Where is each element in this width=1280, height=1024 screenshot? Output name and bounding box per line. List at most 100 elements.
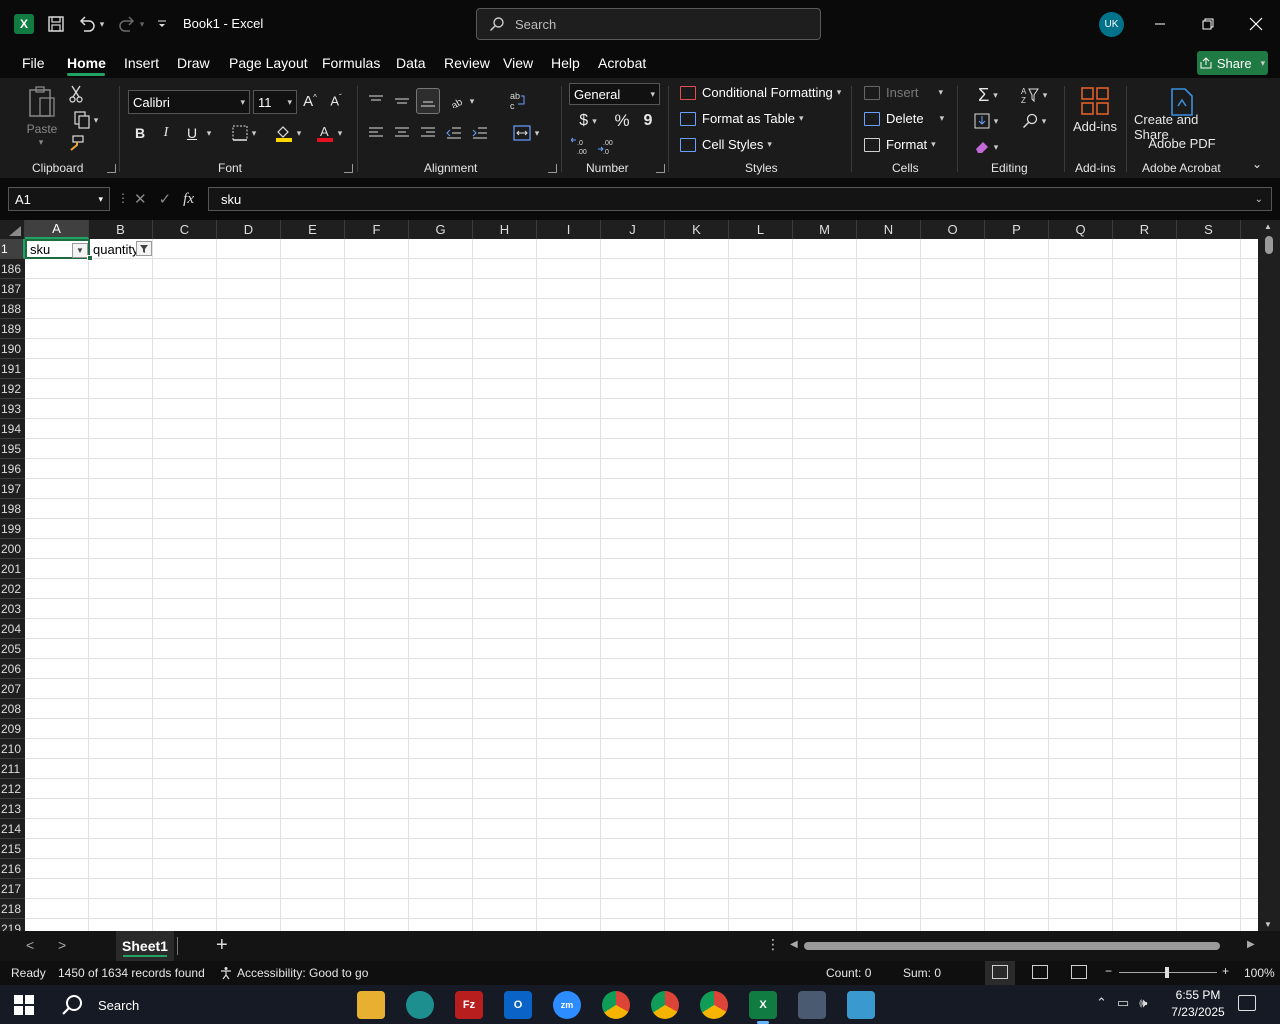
cancel-icon[interactable]: ✕ <box>134 190 147 208</box>
vertical-scroll-thumb[interactable] <box>1265 236 1273 254</box>
row-header-196[interactable]: 196 <box>0 459 25 479</box>
cell-b1[interactable]: quantity <box>90 239 154 259</box>
row-header-216[interactable]: 216 <box>0 859 25 879</box>
row-header-205[interactable]: 205 <box>0 639 25 659</box>
row-header-207[interactable]: 207 <box>0 679 25 699</box>
zoom-out-icon[interactable]: − <box>1105 964 1112 978</box>
column-header-g[interactable]: G <box>409 220 473 239</box>
scroll-up-icon[interactable]: ▲ <box>1264 222 1272 231</box>
row-header-210[interactable]: 210 <box>0 739 25 759</box>
align-right-button[interactable] <box>418 122 438 144</box>
app-note-icon[interactable] <box>847 991 875 1019</box>
chevron-up-icon[interactable]: ⌃ <box>1096 995 1107 1011</box>
app-diamond-icon[interactable] <box>406 991 434 1019</box>
fill-handle[interactable] <box>87 255 93 261</box>
decrease-decimal-button[interactable]: .00.0 <box>596 136 618 156</box>
column-header-a[interactable]: A <box>25 220 89 239</box>
file-explorer-icon[interactable] <box>357 991 385 1019</box>
sheet-tab-sheet1[interactable]: Sheet1 <box>116 931 174 961</box>
row-header-218[interactable]: 218 <box>0 899 25 919</box>
row-header-1[interactable]: 1 <box>0 239 25 259</box>
align-bottom-button[interactable] <box>416 88 440 114</box>
tab-home[interactable]: Home <box>67 55 106 71</box>
row-header-191[interactable]: 191 <box>0 359 25 379</box>
column-header-o[interactable]: O <box>921 220 985 239</box>
conditional-formatting-button[interactable]: Conditional Formatting ▾ <box>680 85 841 100</box>
undo-button[interactable]: ▾ <box>76 14 106 34</box>
underline-button[interactable]: U <box>182 122 202 144</box>
font-family-select[interactable]: Calibri ▾ <box>128 90 250 114</box>
clipboard-launcher[interactable] <box>107 164 116 173</box>
share-button[interactable]: Share ▾ <box>1197 51 1268 75</box>
cell-styles-button[interactable]: Cell Styles ▾ <box>680 137 772 152</box>
borders-button[interactable]: ▾ <box>225 122 263 144</box>
column-header-h[interactable]: H <box>473 220 537 239</box>
row-header-219[interactable]: 219 <box>0 919 25 932</box>
page-break-view-icon[interactable] <box>1071 965 1087 979</box>
tab-file[interactable]: File <box>22 55 45 71</box>
column-header-f[interactable]: F <box>345 220 409 239</box>
format-cells-button[interactable]: Format ▾ <box>864 137 936 152</box>
find-select-button[interactable]: ▾ <box>1016 110 1052 132</box>
tab-draw[interactable]: Draw <box>177 55 210 71</box>
user-avatar[interactable]: UK <box>1099 12 1124 37</box>
row-header-217[interactable]: 217 <box>0 879 25 899</box>
normal-view-button[interactable] <box>985 961 1015 985</box>
delete-cells-button[interactable]: Delete ▾ <box>864 111 944 126</box>
underline-options[interactable]: ▾ <box>202 122 216 144</box>
column-header-m[interactable]: M <box>793 220 857 239</box>
column-header-d[interactable]: D <box>217 220 281 239</box>
zoom-in-icon[interactable]: + <box>1222 964 1229 978</box>
tab-help[interactable]: Help <box>551 55 580 71</box>
scroll-left-icon[interactable]: ◀ <box>790 939 798 950</box>
row-header-189[interactable]: 189 <box>0 319 25 339</box>
column-header-j[interactable]: J <box>601 220 665 239</box>
row-header-204[interactable]: 204 <box>0 619 25 639</box>
bold-button[interactable]: B <box>130 122 150 144</box>
fill-button[interactable]: ▾ <box>968 110 1004 132</box>
accessibility-status[interactable]: Accessibility: Good to go <box>219 966 368 980</box>
notification-icon[interactable] <box>1238 995 1256 1011</box>
row-header-198[interactable]: 198 <box>0 499 25 519</box>
tab-page-layout[interactable]: Page Layout <box>229 55 308 71</box>
italic-button[interactable]: I <box>156 122 176 144</box>
row-header-188[interactable]: 188 <box>0 299 25 319</box>
column-header-e[interactable]: E <box>281 220 345 239</box>
customize-toolbar-button[interactable] <box>154 14 170 34</box>
select-all-button[interactable] <box>0 220 25 239</box>
filter-dropdown-icon[interactable]: ▼ <box>72 243 88 258</box>
column-header-c[interactable]: C <box>153 220 217 239</box>
merge-center-button[interactable]: ▾ <box>506 122 546 144</box>
column-header-l[interactable]: L <box>729 220 793 239</box>
alignment-launcher[interactable] <box>548 164 557 173</box>
search-box[interactable]: Search <box>476 8 821 40</box>
font-color-button[interactable]: A ▾ <box>312 122 346 144</box>
row-header-206[interactable]: 206 <box>0 659 25 679</box>
row-header-187[interactable]: 187 <box>0 279 25 299</box>
outlook-icon[interactable]: O <box>504 991 532 1019</box>
chrome-profile-2-icon[interactable] <box>700 991 728 1019</box>
row-header-215[interactable]: 215 <box>0 839 25 859</box>
close-button[interactable] <box>1242 12 1270 36</box>
more-options-icon[interactable]: ⋮ <box>766 936 780 953</box>
row-header-200[interactable]: 200 <box>0 539 25 559</box>
wrap-text-button[interactable]: ab c <box>507 88 529 112</box>
tab-acrobat[interactable]: Acrobat <box>598 55 646 71</box>
row-header-186[interactable]: 186 <box>0 259 25 279</box>
align-middle-button[interactable] <box>392 90 412 112</box>
column-header-b[interactable]: B <box>89 220 153 239</box>
check-icon[interactable]: ✓ <box>159 190 172 208</box>
expand-formula-icon[interactable]: ⌄ <box>1255 194 1263 205</box>
row-header-209[interactable]: 209 <box>0 719 25 739</box>
column-header-q[interactable]: Q <box>1049 220 1113 239</box>
zoom-level[interactable]: 100% <box>1244 966 1275 980</box>
font-launcher[interactable] <box>344 164 353 173</box>
increase-indent-button[interactable] <box>470 122 490 144</box>
cut-button[interactable] <box>66 84 86 104</box>
formula-input[interactable]: sku ⌄ <box>208 187 1272 211</box>
tab-data[interactable]: Data <box>396 55 426 71</box>
tab-formulas[interactable]: Formulas <box>322 55 380 71</box>
tab-review[interactable]: Review <box>444 55 490 71</box>
add-sheet-icon[interactable]: + <box>216 934 228 957</box>
taskbar-search[interactable]: Search <box>60 993 139 1017</box>
